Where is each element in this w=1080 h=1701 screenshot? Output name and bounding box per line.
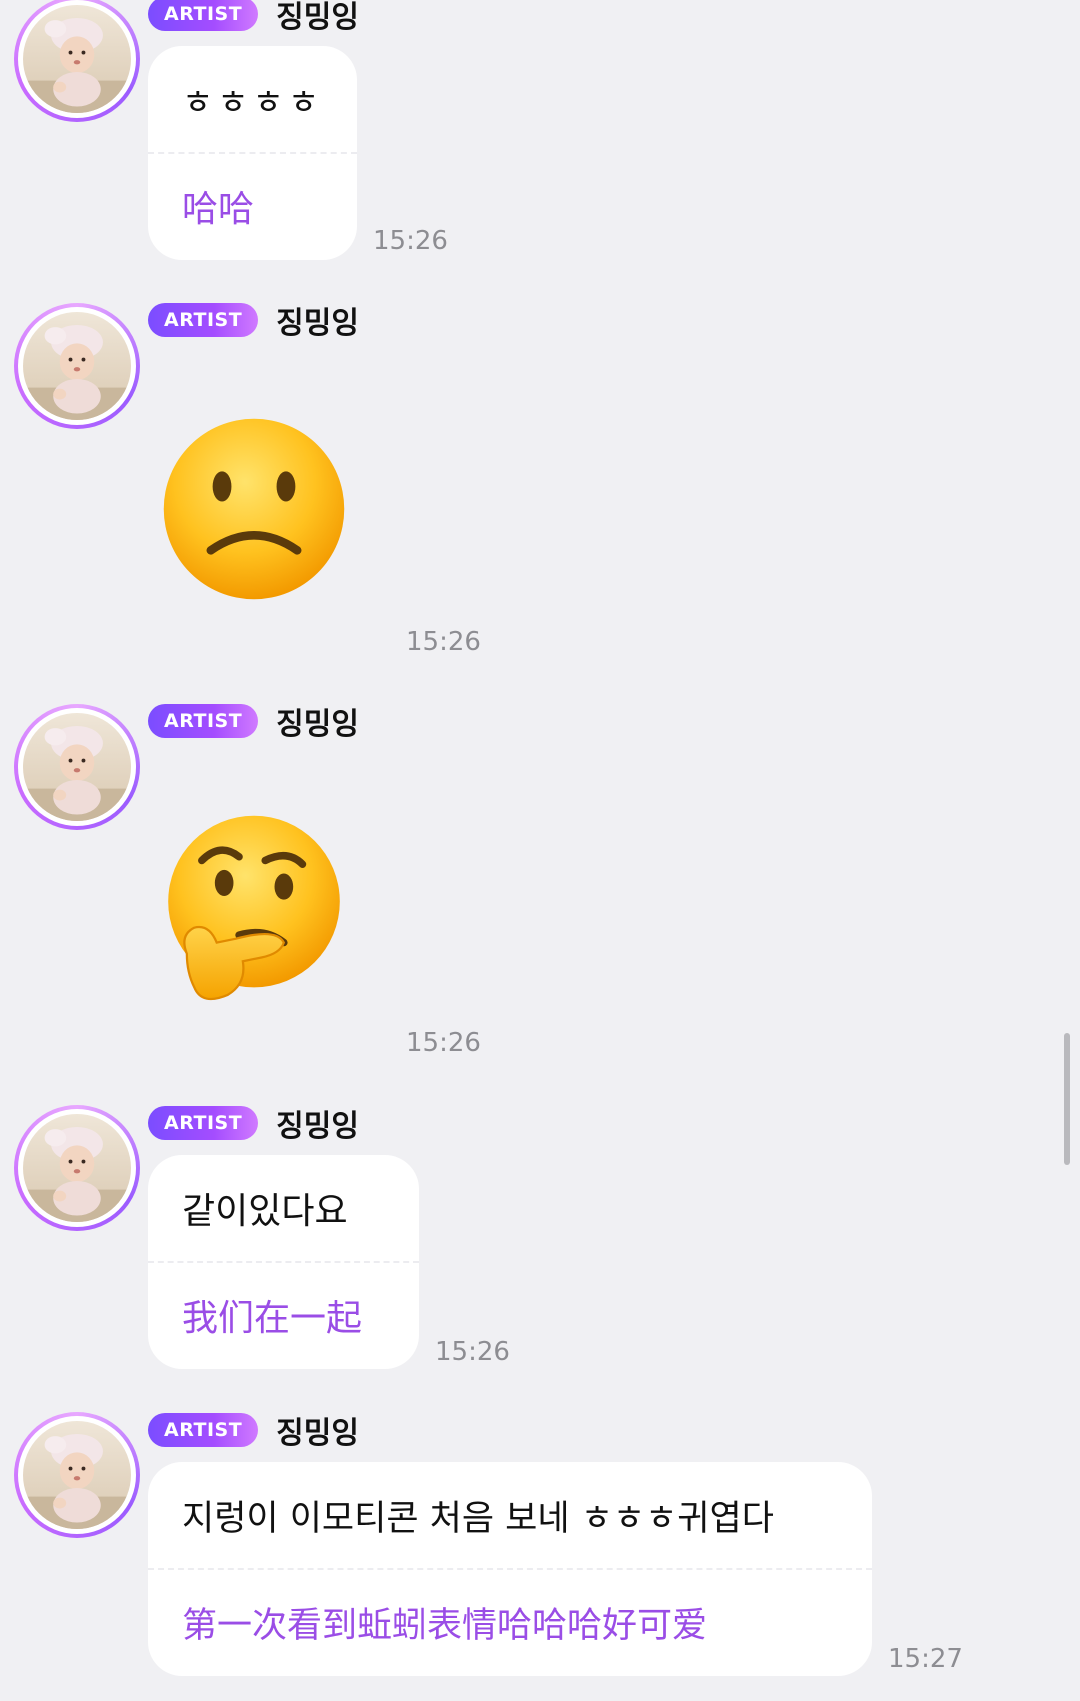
avatar[interactable] bbox=[14, 704, 140, 830]
sender-name: 징밍잉 bbox=[276, 306, 359, 341]
avatar[interactable] bbox=[14, 0, 140, 122]
message-bubble[interactable]: 지렁이 이모티콘 처음 보네 ㅎㅎㅎ귀엽다 第一次看到蚯蚓表情哈哈哈好可爱 bbox=[148, 1462, 872, 1676]
sender-row: ARTIST 징밍잉 bbox=[148, 703, 359, 742]
translation-text: 第一次看到蚯蚓表情哈哈哈好可爱 bbox=[182, 1605, 708, 1646]
sender-row: ARTIST 징밍잉 bbox=[148, 302, 359, 341]
sender-row: ARTIST 징밍잉 bbox=[148, 1412, 359, 1451]
sender-row: ARTIST 징밍잉 bbox=[148, 0, 359, 35]
scrollbar[interactable] bbox=[1064, 1033, 1070, 1165]
artist-badge: ARTIST bbox=[148, 1413, 259, 1447]
message-text: ㅎㅎㅎㅎ bbox=[182, 82, 324, 123]
avatar[interactable] bbox=[14, 1105, 140, 1231]
avatar[interactable] bbox=[14, 303, 140, 429]
timestamp: 15:26 bbox=[373, 226, 448, 256]
artist-badge: ARTIST bbox=[148, 1106, 259, 1140]
artist-badge: ARTIST bbox=[148, 303, 259, 337]
sender-name: 징밍잉 bbox=[276, 1109, 359, 1144]
timestamp: 15:27 bbox=[888, 1644, 963, 1674]
avatar-photo bbox=[23, 1114, 131, 1222]
artist-badge: ARTIST bbox=[148, 704, 259, 738]
message-text: 지렁이 이모티콘 처음 보네 ㅎㅎㅎ귀엽다 bbox=[182, 1498, 774, 1539]
thinking-face-emoji[interactable] bbox=[160, 812, 348, 1010]
sender-name: 징밍잉 bbox=[276, 707, 359, 742]
message-text: 같이있다요 bbox=[182, 1191, 348, 1232]
sender-row: ARTIST 징밍잉 bbox=[148, 1105, 359, 1144]
avatar-photo bbox=[23, 312, 131, 420]
sender-name: 징밍잉 bbox=[276, 0, 359, 35]
slightly-frowning-face-emoji[interactable] bbox=[160, 415, 348, 607]
timestamp: 15:26 bbox=[435, 1337, 510, 1367]
avatar-photo bbox=[23, 5, 131, 113]
sender-name: 징밍잉 bbox=[276, 1416, 359, 1451]
message-bubble[interactable]: 같이있다요 我们在一起 bbox=[148, 1155, 419, 1369]
message-bubble[interactable]: ㅎㅎㅎㅎ 哈哈 bbox=[148, 46, 357, 260]
artist-badge: ARTIST bbox=[148, 0, 259, 31]
avatar[interactable] bbox=[14, 1412, 140, 1538]
avatar-photo bbox=[23, 713, 131, 821]
translation-text: 哈哈 bbox=[182, 189, 255, 230]
translation-text: 我们在一起 bbox=[182, 1298, 363, 1339]
timestamp: 15:26 bbox=[406, 627, 481, 657]
avatar-photo bbox=[23, 1421, 131, 1529]
timestamp: 15:26 bbox=[406, 1028, 481, 1058]
